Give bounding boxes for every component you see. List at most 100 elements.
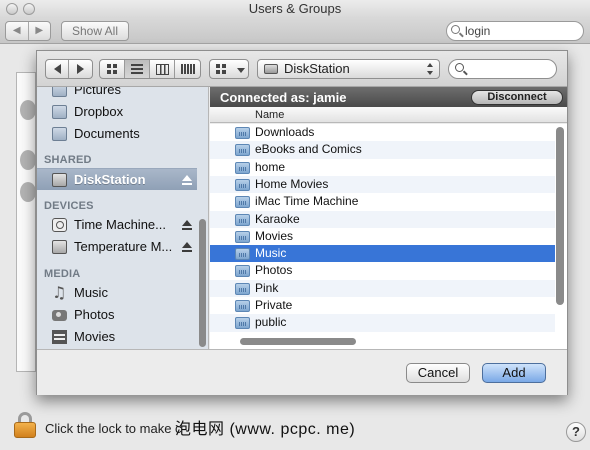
list-item-label: iMac Time Machine (255, 194, 359, 209)
folder-icon (235, 144, 250, 157)
folder-icon (52, 87, 67, 97)
folder-icon (52, 127, 67, 141)
chevron-down-icon (237, 68, 245, 73)
help-button[interactable]: ? (566, 422, 586, 442)
folder-icon (52, 105, 67, 119)
network-drive-icon (264, 64, 278, 74)
show-all-button[interactable]: Show All (61, 21, 129, 41)
back-button[interactable] (46, 60, 70, 78)
window-nav-buttons[interactable]: ◀ ▶ (5, 21, 51, 41)
sidebar-section-devices: DEVICES (44, 200, 94, 212)
list-item[interactable]: public (210, 314, 555, 332)
sidebar-item-label: Dropbox (74, 104, 124, 119)
list-item-label: public (255, 315, 287, 330)
window-titlebar: Users & Groups (0, 0, 590, 18)
sheet-toolbar: DiskStation (37, 51, 567, 87)
forward-button[interactable] (69, 60, 92, 78)
list-item-label: Movies (255, 228, 294, 243)
user-avatar[interactable] (20, 100, 36, 120)
list-item[interactable]: Downloads (210, 124, 555, 141)
file-list-horizontal-scrollbar[interactable] (240, 338, 356, 345)
list-item[interactable]: Movies (210, 228, 555, 245)
forward-arrow-icon (77, 64, 84, 74)
preferences-search-field[interactable]: login (446, 21, 584, 41)
user-avatar[interactable] (20, 150, 36, 170)
folder-icon (235, 196, 250, 209)
sidebar-scrollbar[interactable] (199, 219, 206, 347)
window-title: Users & Groups (248, 1, 342, 16)
coverflow-view-button[interactable] (175, 60, 200, 78)
sidebar-section-media: MEDIA (44, 268, 81, 280)
lock-icon[interactable] (14, 412, 36, 438)
eject-icon[interactable] (182, 175, 192, 185)
cancel-button[interactable]: Cancel (406, 363, 470, 383)
file-list: Downloads eBooks and Comics home Home Mo… (210, 124, 567, 349)
location-label: DiskStation (284, 61, 350, 76)
watermark-text: 泡电网 (www. pcpc. me) (175, 421, 356, 438)
list-item-label: Home Movies (255, 176, 329, 191)
sidebar-item-label: DiskStation (74, 172, 146, 187)
sidebar-item-documents[interactable]: Documents (37, 123, 197, 145)
list-item[interactable]: eBooks and Comics (210, 141, 555, 159)
name-column-header[interactable]: Name (210, 107, 567, 123)
list-item-selected[interactable]: Music (210, 245, 555, 263)
list-item-label: Karaoke (255, 211, 300, 226)
sidebar-item-photos[interactable]: Photos (37, 304, 197, 326)
eject-icon[interactable] (182, 242, 192, 252)
list-item[interactable]: Photos (210, 262, 555, 279)
column-view-button[interactable] (150, 60, 175, 78)
list-item[interactable]: iMac Time Machine (210, 193, 555, 210)
preferences-search-value: login (465, 24, 491, 38)
icon-view-icon (106, 63, 118, 75)
arrange-menu-button[interactable] (209, 59, 249, 79)
connection-bar: Connected as: jamie Disconnect (210, 87, 567, 107)
sidebar-item-music[interactable]: Music (37, 282, 197, 304)
sidebar-item-label: Photos (74, 307, 115, 322)
list-item-label: Private (255, 298, 293, 312)
folder-icon (235, 178, 250, 191)
sidebar-section-shared: SHARED (44, 154, 92, 166)
folder-icon (235, 127, 250, 139)
list-item-label: Photos (255, 263, 293, 278)
sidebar-item-diskstation[interactable]: DiskStation (37, 168, 197, 190)
folder-icon (235, 300, 250, 312)
forward-arrow-icon[interactable]: ▶ (29, 22, 51, 40)
sidebar-item-pictures[interactable]: Pictures (37, 87, 197, 101)
list-item[interactable]: Private (210, 297, 555, 314)
icon-view-button[interactable] (100, 60, 125, 78)
location-popup[interactable]: DiskStation (257, 59, 440, 79)
back-forward-buttons[interactable] (45, 59, 93, 79)
folder-icon (235, 213, 250, 226)
arrange-icon (216, 64, 227, 75)
add-button[interactable]: Add (482, 363, 546, 383)
list-view-button[interactable] (125, 60, 150, 78)
file-list-vertical-scrollbar[interactable] (556, 127, 564, 305)
close-window-button[interactable] (6, 3, 18, 15)
list-item[interactable]: home (210, 159, 555, 176)
user-avatar[interactable] (20, 182, 36, 202)
sidebar: Pictures Dropbox Documents SHARED DiskSt… (37, 87, 209, 349)
camera-icon (52, 310, 67, 321)
view-mode-buttons[interactable] (99, 59, 201, 79)
back-arrow-icon[interactable]: ◀ (6, 22, 29, 40)
list-item[interactable]: Karaoke (210, 210, 555, 228)
list-item[interactable]: Pink (210, 279, 555, 297)
search-icon (451, 25, 460, 34)
list-item-label: eBooks and Comics (255, 142, 362, 157)
sidebar-item-dropbox[interactable]: Dropbox (37, 101, 197, 123)
disconnect-button[interactable]: Disconnect (471, 90, 563, 105)
time-machine-drive-icon (52, 218, 67, 232)
choose-folder-sheet: DiskStation Pictures Dropbox Documents S… (36, 50, 568, 395)
list-view-icon (131, 64, 143, 74)
sheet-search-input[interactable] (448, 59, 557, 79)
sidebar-item-time-machine[interactable]: Time Machine... (37, 214, 197, 236)
sheet-footer: Cancel Add (37, 349, 567, 395)
list-item[interactable]: Home Movies (210, 175, 555, 194)
folder-icon (235, 230, 250, 243)
sidebar-item-temperature[interactable]: Temperature M... (37, 236, 197, 258)
sidebar-item-movies[interactable]: Movies (37, 326, 197, 348)
list-item-label: Downloads (255, 125, 315, 139)
minimize-window-button[interactable] (23, 3, 35, 15)
updown-arrows-icon (427, 63, 433, 75)
eject-icon[interactable] (182, 220, 192, 230)
